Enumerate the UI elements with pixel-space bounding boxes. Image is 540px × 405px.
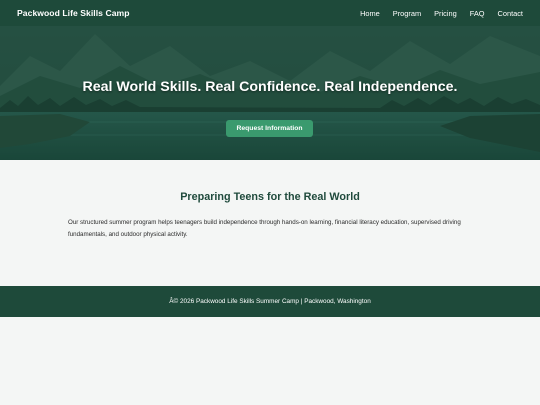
hero-section: Real World Skills. Real Confidence. Real… <box>0 26 540 160</box>
intro-heading: Preparing Teens for the Real World <box>180 191 360 203</box>
hero-title: Real World Skills. Real Confidence. Real… <box>82 79 458 95</box>
footer-copyright: Â© 2026 Packwood Life Skills Summer Camp… <box>169 298 371 305</box>
request-information-button[interactable]: Request Information <box>226 120 313 137</box>
nav-link-contact[interactable]: Contact <box>498 9 523 18</box>
top-navbar: Packwood Life Skills Camp Home Program P… <box>0 0 540 26</box>
intro-section: Preparing Teens for the Real World Our s… <box>0 160 540 286</box>
nav-link-program[interactable]: Program <box>393 9 421 18</box>
nav-link-faq[interactable]: FAQ <box>470 9 485 18</box>
page-footer: Â© 2026 Packwood Life Skills Summer Camp… <box>0 286 540 317</box>
nav-links: Home Program Pricing FAQ Contact <box>360 9 523 18</box>
intro-body-text: Our structured summer program helps teen… <box>68 219 461 238</box>
site-brand[interactable]: Packwood Life Skills Camp <box>17 8 130 18</box>
page-background <box>0 317 540 405</box>
nav-link-pricing[interactable]: Pricing <box>434 9 457 18</box>
nav-link-home[interactable]: Home <box>360 9 380 18</box>
